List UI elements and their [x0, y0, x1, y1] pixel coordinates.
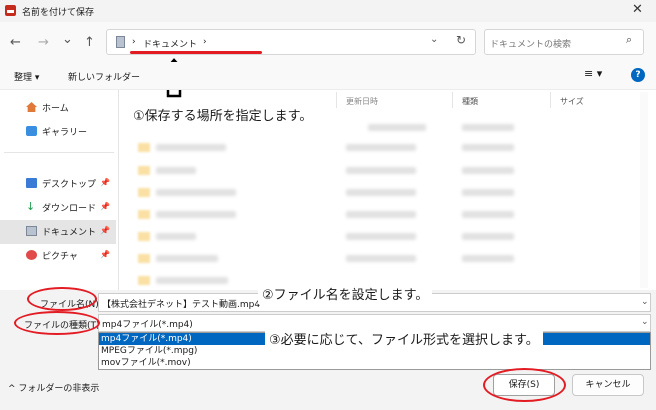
file-row-blurred — [346, 167, 416, 174]
organize-button[interactable]: 整理 ▾ — [14, 70, 39, 83]
pin-icon[interactable]: 📌 — [100, 250, 110, 259]
highlight-oval-filetype — [14, 311, 100, 335]
hide-folders-toggle[interactable]: ^ フォルダーの非表示 — [8, 381, 99, 394]
sidebar-item-label: ダウンロード — [42, 204, 97, 214]
folder-icon — [138, 254, 150, 263]
sidebar-item-label: ピクチャ — [42, 252, 78, 262]
file-row-blurred — [156, 233, 196, 240]
annotation-step3: ③必要に応じて、ファイル形式を選択します。 — [265, 328, 543, 349]
pin-icon[interactable]: 📌 — [100, 178, 110, 187]
sidebar-item-label: ドキュメント — [42, 228, 97, 238]
file-row-blurred — [346, 189, 416, 196]
folder-icon — [138, 143, 150, 152]
file-row-blurred — [462, 189, 514, 196]
refresh-icon[interactable]: ↻ — [456, 33, 466, 47]
sidebar-item-label: ホーム — [42, 104, 69, 114]
file-row-blurred — [156, 255, 218, 262]
file-row-blurred — [346, 144, 416, 151]
search-icon[interactable]: ⌕ — [626, 33, 632, 47]
new-folder-button[interactable]: 新しいフォルダー — [68, 70, 140, 83]
column-header-size[interactable]: サイズ — [560, 96, 584, 107]
filename-value: 【株式会社デネット】テスト動画.mp4 — [102, 300, 261, 310]
chevron-down-icon[interactable]: ⌄ — [430, 34, 438, 45]
breadcrumb-separator[interactable]: › — [203, 37, 207, 47]
file-row-blurred — [368, 124, 426, 131]
pictures-icon — [26, 250, 37, 260]
column-divider — [336, 92, 337, 108]
folder-icon — [138, 188, 150, 197]
file-row-blurred — [462, 255, 514, 262]
file-row-blurred — [156, 277, 228, 284]
window-title: 名前を付けて保存 — [22, 8, 95, 18]
recent-locations-icon[interactable]: ⌄ — [62, 33, 73, 47]
file-row-blurred — [346, 233, 416, 240]
vertical-scrollbar[interactable] — [640, 92, 648, 288]
pane-divider — [118, 90, 119, 290]
file-row-blurred — [156, 211, 236, 218]
desktop-icon — [26, 178, 37, 188]
filetype-value: mp4ファイル(*.mp4) — [102, 320, 193, 330]
hide-folders-label: フォルダーの非表示 — [18, 384, 100, 394]
back-icon[interactable]: ← — [10, 36, 21, 50]
pin-icon[interactable]: 📌 — [100, 202, 110, 211]
file-row-blurred — [462, 167, 514, 174]
column-divider — [550, 92, 551, 108]
app-icon — [5, 5, 16, 16]
view-options-button[interactable]: ≡ ▾ — [584, 67, 602, 80]
file-row-blurred — [346, 255, 416, 262]
breadcrumb-separator: › — [132, 37, 136, 47]
cancel-button[interactable]: キャンセル — [572, 374, 644, 396]
column-divider — [452, 92, 453, 108]
file-row-blurred — [156, 144, 226, 151]
download-icon: ↓ — [26, 200, 36, 213]
column-header-modified[interactable]: 更新日時 — [346, 96, 378, 107]
up-icon[interactable]: ↑ — [84, 36, 95, 50]
file-row-blurred — [462, 124, 514, 131]
chevron-down-icon[interactable]: ⌄ — [641, 297, 649, 307]
file-row-blurred — [156, 167, 196, 174]
file-row-blurred — [462, 233, 514, 240]
file-row-blurred — [462, 211, 514, 218]
help-icon[interactable]: ? — [631, 68, 645, 82]
close-icon[interactable]: ✕ — [632, 2, 643, 18]
filetype-option-mov[interactable]: movファイル(*.mov) — [99, 357, 650, 369]
file-row-blurred — [346, 211, 416, 218]
document-icon — [26, 226, 37, 236]
sidebar-item-label: ギャラリー — [42, 128, 88, 138]
column-header-type[interactable]: 種類 — [462, 96, 478, 107]
document-icon — [116, 36, 125, 48]
breadcrumb-documents[interactable]: ドキュメント — [143, 37, 197, 50]
folder-icon — [138, 210, 150, 219]
gallery-icon — [26, 126, 37, 136]
sidebar-item-label: デスクトップ — [42, 180, 97, 190]
highlight-underline — [130, 51, 262, 54]
forward-icon[interactable]: → — [38, 36, 49, 50]
divider — [4, 152, 114, 153]
chevron-down-icon[interactable]: ⌄ — [641, 317, 649, 327]
folder-icon — [138, 232, 150, 241]
title-bar — [0, 0, 656, 22]
highlight-oval-save — [483, 368, 566, 402]
folder-icon — [138, 276, 150, 285]
annotation-step1: ①保存する場所を指定します。 — [130, 104, 316, 125]
highlight-oval-filename — [27, 287, 97, 311]
chevron-up-icon: ^ — [8, 384, 16, 394]
pin-icon[interactable]: 📌 — [100, 226, 110, 235]
search-placeholder: ドキュメントの検索 — [490, 40, 572, 50]
folder-icon — [138, 166, 150, 175]
file-row-blurred — [156, 189, 236, 196]
annotation-step2: ②ファイル名を設定します。 — [258, 283, 433, 304]
file-row-blurred — [462, 144, 514, 151]
